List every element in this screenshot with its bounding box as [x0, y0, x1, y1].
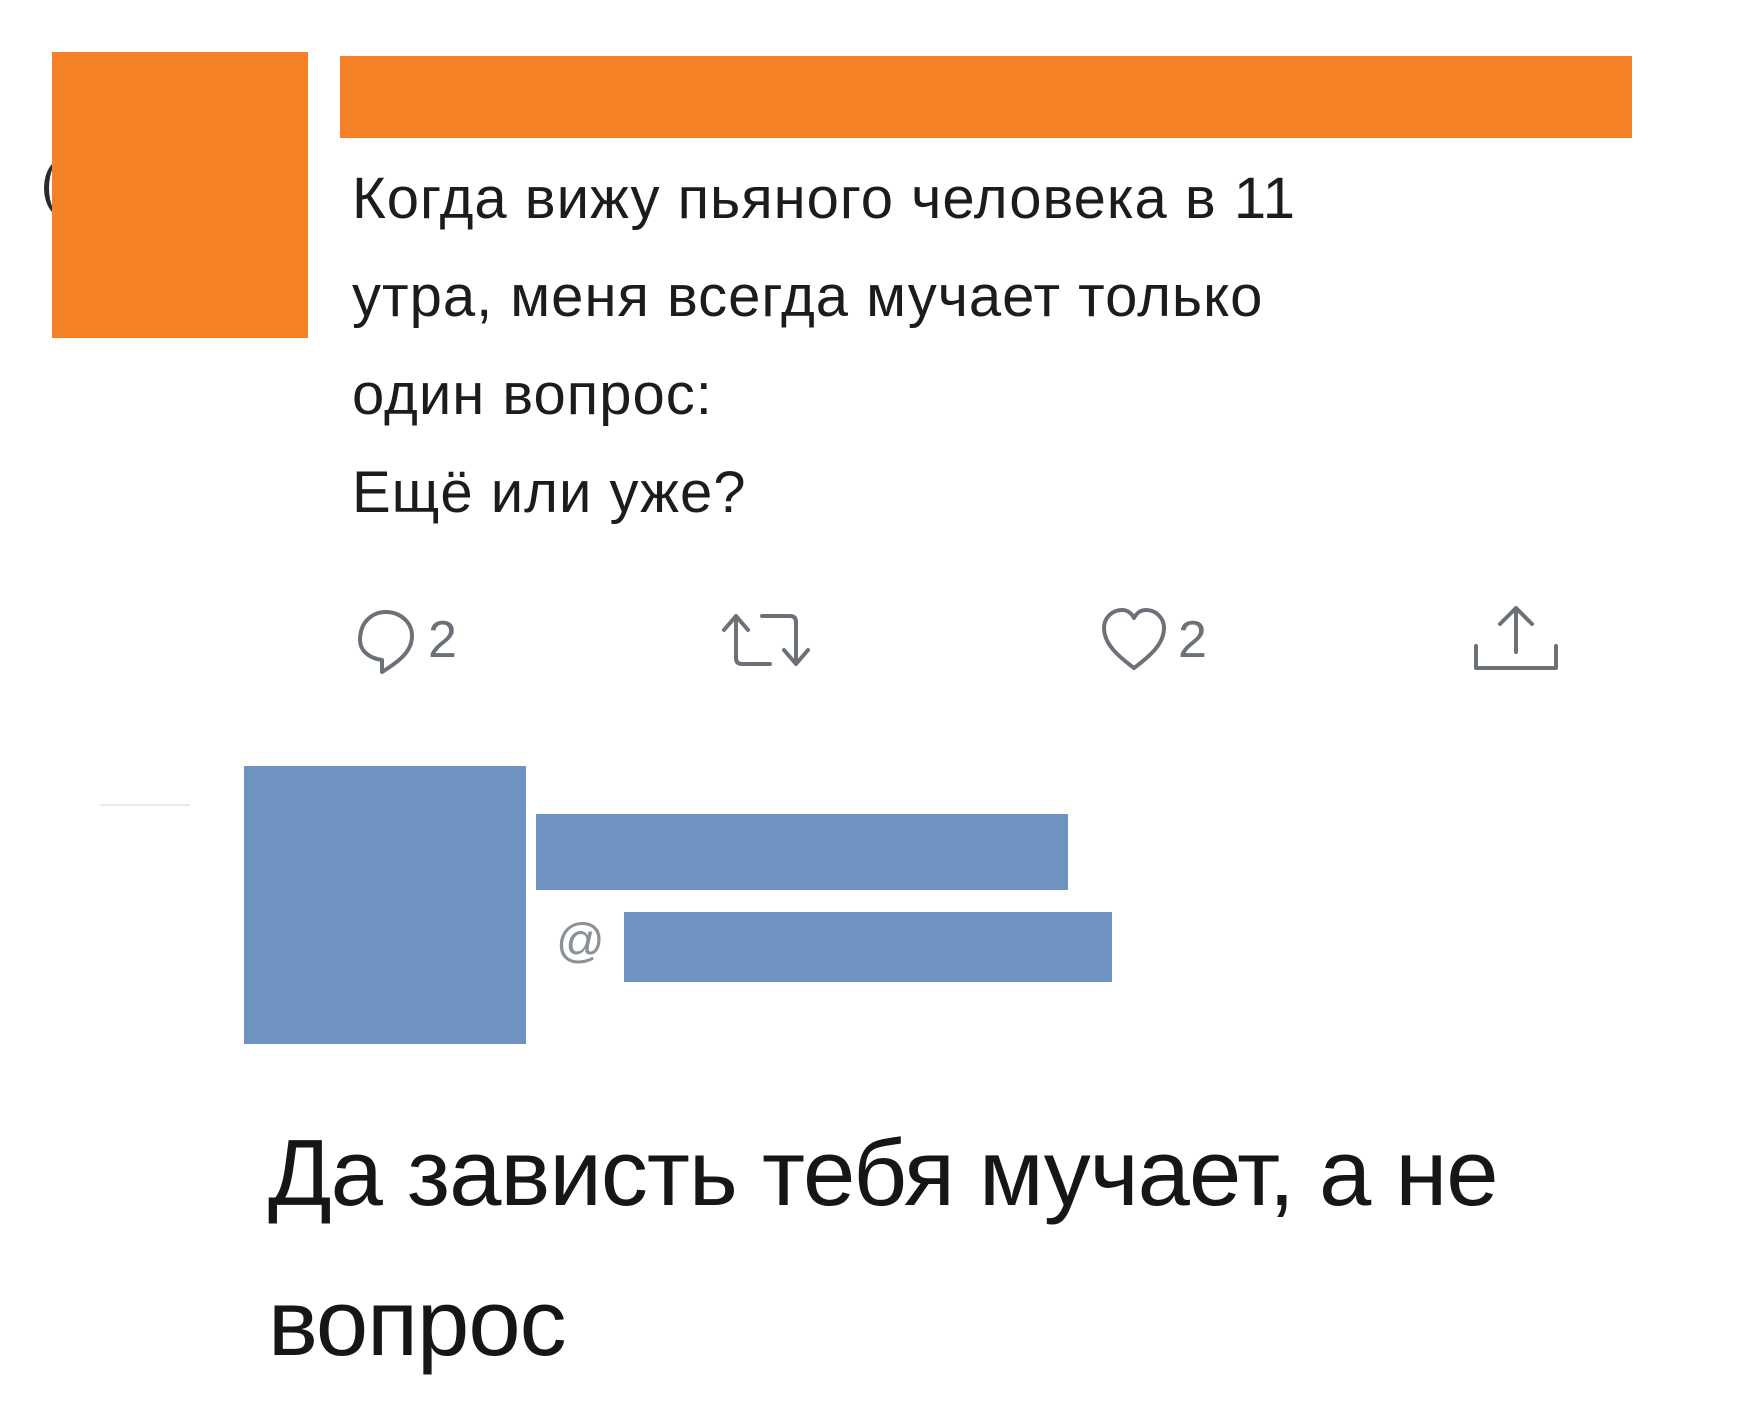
reply-text: Да зависть тебя мучает, а не вопрос [268, 1120, 1499, 1375]
divider [100, 804, 190, 806]
reply-icon [352, 600, 420, 680]
reply-count: 2 [428, 611, 457, 669]
like-count: 2 [1178, 611, 1207, 669]
author-name-redacted[interactable] [340, 56, 1632, 138]
share-button[interactable] [1468, 600, 1564, 680]
share-icon [1468, 600, 1564, 680]
like-icon [1098, 600, 1170, 680]
reply-handle-redacted[interactable] [624, 912, 1112, 982]
retweet-button[interactable] [718, 600, 814, 680]
reply-author-name-redacted[interactable] [536, 814, 1068, 890]
reply-author-avatar-redacted[interactable] [244, 766, 526, 1044]
reply-button[interactable]: 2 [352, 600, 457, 680]
retweet-icon [718, 600, 814, 680]
reply-handle-prefix: @ [556, 915, 605, 968]
tweet-text: Когда вижу пьяного человека в 11 утра, м… [352, 166, 1297, 525]
like-button[interactable]: 2 [1098, 600, 1207, 680]
author-avatar-redacted[interactable] [52, 52, 308, 338]
